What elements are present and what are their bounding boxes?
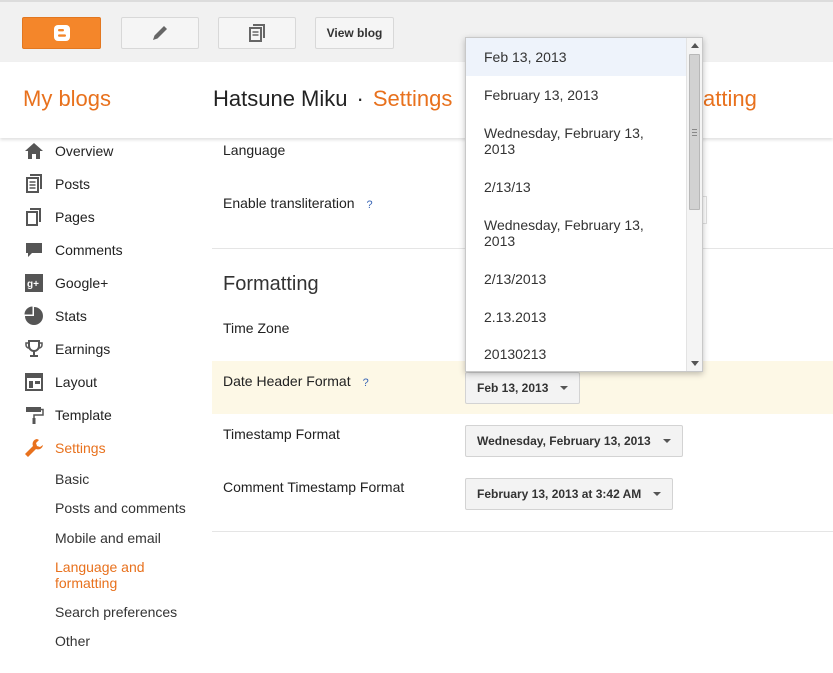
posts-icon xyxy=(26,174,42,193)
layout-icon xyxy=(25,373,43,391)
new-post-button[interactable] xyxy=(121,17,199,49)
dropdown-option[interactable]: February 13, 2013 xyxy=(466,76,687,114)
sidebar-item-template[interactable]: Template xyxy=(23,404,112,426)
timestamp-label: Timestamp Format xyxy=(223,426,340,442)
sub-item-mobile-and-email[interactable]: Mobile and email xyxy=(55,530,161,546)
breadcrumb-settings[interactable]: Settings xyxy=(373,86,453,111)
blog-name[interactable]: Hatsune Miku xyxy=(213,86,348,111)
sidebar-item-stats[interactable]: Stats xyxy=(23,305,87,327)
timestamp-format-select[interactable]: Wednesday, February 13, 2013 xyxy=(465,425,683,457)
top-toolbar: View blog xyxy=(0,0,833,62)
breadcrumb-separator: · xyxy=(356,86,364,111)
dropdown-option[interactable]: 2/13/2013 xyxy=(466,260,687,298)
transliteration-label: Enable transliteration xyxy=(223,195,355,211)
date-format-dropdown: Feb 13, 2013 February 13, 2013 Wednesday… xyxy=(465,37,703,372)
breadcrumb-subsection: atting xyxy=(703,86,757,111)
dropdown-option[interactable]: 2/13/13 xyxy=(466,168,687,206)
dropdown-scrollbar[interactable] xyxy=(686,38,702,371)
sidebar-item-google-plus[interactable]: g+ Google+ xyxy=(23,272,108,294)
dropdown-option[interactable]: Feb 13, 2013 xyxy=(466,38,687,76)
pie-chart-icon xyxy=(24,306,43,325)
dropdown-option[interactable]: 20130213 xyxy=(466,336,687,371)
wrench-icon xyxy=(25,439,43,457)
date-header-row: Date Header Format? xyxy=(223,373,369,389)
scrollbar-thumb[interactable] xyxy=(689,54,700,210)
scroll-down-arrow-icon[interactable] xyxy=(691,361,699,366)
comment-timestamp-format-select[interactable]: February 13, 2013 at 3:42 AM xyxy=(465,478,674,510)
trophy-icon xyxy=(25,340,43,357)
chevron-down-icon xyxy=(560,386,569,390)
select-value: Wednesday, February 13, 2013 xyxy=(477,434,651,448)
sidebar-item-label: Settings xyxy=(55,440,106,456)
chevron-down-icon xyxy=(653,492,662,496)
sub-item-language-and-formatting[interactable]: Language and formatting xyxy=(55,559,170,591)
blog-header: My blogs Hatsune Miku · Settings atting xyxy=(0,62,833,138)
sidebar-item-label: Overview xyxy=(55,143,114,159)
help-icon[interactable]: ? xyxy=(363,377,369,389)
my-blogs-link[interactable]: My blogs xyxy=(23,86,111,112)
select-value: February 13, 2013 at 3:42 AM xyxy=(477,487,642,501)
comment-timestamp-label: Comment Timestamp Format xyxy=(223,479,405,495)
chevron-down-icon xyxy=(662,439,671,443)
sidebar-item-label: Pages xyxy=(55,209,95,225)
sidebar-item-label: Layout xyxy=(55,374,98,390)
posts-list-icon xyxy=(249,24,265,42)
sidebar-item-label: Posts xyxy=(55,176,91,192)
blogger-logo-button[interactable] xyxy=(22,17,101,49)
dropdown-option[interactable]: Wednesday, February 13, 2013 xyxy=(466,206,687,260)
comment-icon xyxy=(26,243,42,257)
sidebar-item-label: Earnings xyxy=(55,341,111,357)
pencil-icon xyxy=(153,26,167,40)
sub-item-other[interactable]: Other xyxy=(55,633,90,649)
select-value: Feb 13, 2013 xyxy=(477,381,549,395)
sidebar-item-settings[interactable]: Settings xyxy=(23,437,106,459)
breadcrumb: Hatsune Miku · Settings xyxy=(213,86,452,112)
home-icon xyxy=(25,143,43,159)
grip-icon xyxy=(692,129,697,136)
sidebar-item-label: Template xyxy=(55,407,112,423)
formatting-title: Formatting xyxy=(223,273,319,295)
sidebar-item-label: Stats xyxy=(55,308,87,324)
sidebar-item-pages[interactable]: Pages xyxy=(23,206,95,228)
scroll-up-arrow-icon[interactable] xyxy=(691,43,699,48)
sidebar-item-overview[interactable]: Overview xyxy=(23,140,113,162)
sidebar-item-comments[interactable]: Comments xyxy=(23,239,123,261)
transliteration-row: Enable transliteration? xyxy=(223,195,373,211)
sidebar-item-label: Comments xyxy=(55,242,123,258)
date-header-label: Date Header Format xyxy=(223,373,351,389)
sidebar-item-earnings[interactable]: Earnings xyxy=(23,338,110,360)
date-header-format-select[interactable]: Feb 13, 2013 xyxy=(465,372,581,404)
sub-item-posts-and-comments[interactable]: Posts and comments xyxy=(55,500,186,516)
google-plus-icon: g+ xyxy=(25,274,43,292)
posts-list-button[interactable] xyxy=(218,17,296,49)
dropdown-option[interactable]: Wednesday, February 13, 2013 xyxy=(466,114,687,168)
language-label: Language xyxy=(223,142,286,158)
pages-icon xyxy=(26,208,41,226)
sub-item-basic[interactable]: Basic xyxy=(55,471,89,487)
timezone-label: Time Zone xyxy=(223,320,290,336)
section-divider xyxy=(212,531,833,532)
sidebar-item-label: Google+ xyxy=(55,275,109,291)
svg-text:g+: g+ xyxy=(27,279,39,290)
sub-item-search-preferences[interactable]: Search preferences xyxy=(55,604,177,620)
view-blog-button[interactable]: View blog xyxy=(315,17,394,49)
blogger-logo-icon xyxy=(53,25,70,41)
paint-roller-icon xyxy=(26,407,44,424)
help-icon[interactable]: ? xyxy=(367,199,373,211)
dropdown-option[interactable]: 2.13.2013 xyxy=(466,298,687,336)
sidebar-item-posts[interactable]: Posts xyxy=(23,173,90,195)
sidebar-item-layout[interactable]: Layout xyxy=(23,371,97,393)
